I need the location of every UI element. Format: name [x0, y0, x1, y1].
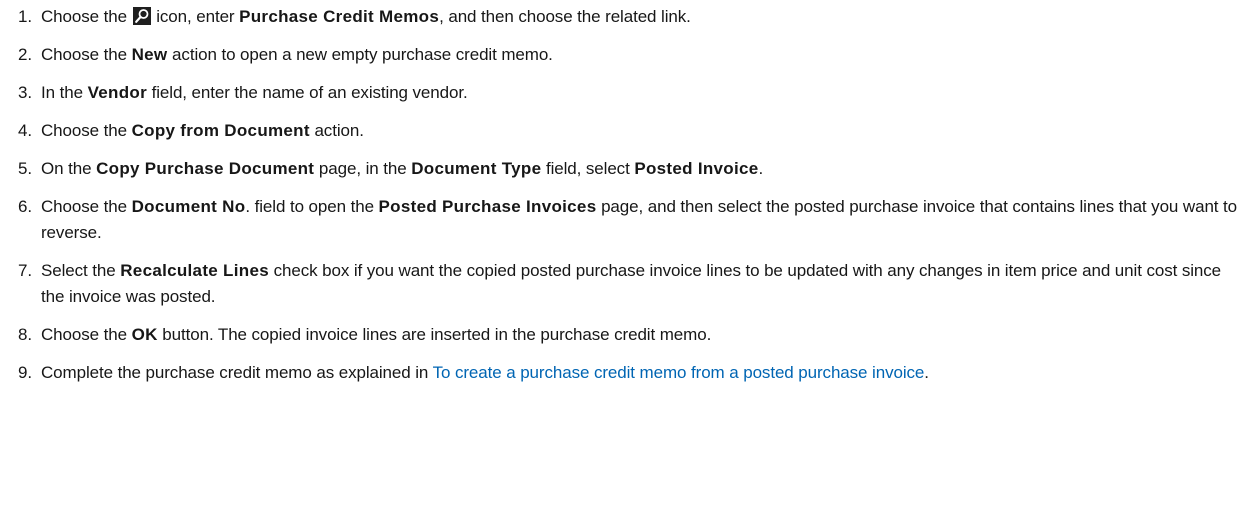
- ui-term: New: [131, 45, 168, 64]
- step-text: Choose the Copy from Document action.: [41, 121, 364, 140]
- steps-list: 1. Choose the icon, enter Purchase Credit…: [0, 4, 1239, 386]
- ui-term: Copy from Document: [131, 121, 310, 140]
- step-text-run: Choose the: [41, 325, 132, 344]
- step-item: 9. Complete the purchase credit memo as e…: [0, 360, 1239, 386]
- step-item: 1. Choose the icon, enter Purchase Credit…: [0, 4, 1239, 30]
- step-text: Complete the purchase credit memo as exp…: [41, 363, 929, 382]
- ui-term: Copy Purchase Document: [96, 159, 315, 178]
- step-number: 2.: [18, 45, 32, 64]
- step-number: 3.: [18, 83, 32, 102]
- step-number: 9.: [18, 363, 32, 382]
- step-item: 3. In the Vendor field, enter the name of…: [0, 80, 1239, 106]
- step-text-run: Choose the: [41, 121, 132, 140]
- step-item: 6. Choose the Document No. field to open …: [0, 194, 1239, 246]
- step-number: 7.: [18, 261, 32, 280]
- step-number: 5.: [18, 159, 32, 178]
- step-text-run: Choose the: [41, 7, 132, 26]
- step-text-run: Choose the: [41, 45, 132, 64]
- ui-term: Posted Invoice: [634, 159, 759, 178]
- step-text: In the Vendor field, enter the name of a…: [41, 83, 468, 102]
- step-text: Select the Recalculate Lines check box i…: [41, 261, 1221, 306]
- step-text-run: .: [758, 159, 764, 178]
- step-text-run: action to open a new empty purchase cred…: [167, 45, 553, 64]
- step-text: Choose the OK button. The copied invoice…: [41, 325, 711, 344]
- ui-term: Recalculate Lines: [120, 261, 269, 280]
- ui-term: OK: [131, 325, 158, 344]
- step-text-run: . field to open the: [245, 197, 379, 216]
- step-number: 4.: [18, 121, 32, 140]
- step-text-run: field, select: [541, 159, 635, 178]
- step-text-run: page, in the: [314, 159, 412, 178]
- document-body: 1. Choose the icon, enter Purchase Credit…: [0, 0, 1239, 515]
- ui-term: Posted Purchase Invoices: [378, 197, 597, 216]
- step-text-run: field, enter the name of an existing ven…: [147, 83, 468, 102]
- step-number: 8.: [18, 325, 32, 344]
- step-item: 2. Choose the New action to open a new em…: [0, 42, 1239, 68]
- ui-term: Purchase Credit Memos: [239, 7, 440, 26]
- step-text: Choose the Document No. field to open th…: [41, 197, 1237, 242]
- ui-term: Vendor: [87, 83, 147, 102]
- step-text-run: , and then choose the related link.: [439, 7, 691, 26]
- step-text-run: Choose the: [41, 197, 132, 216]
- step-text-run: button. The copied invoice lines are ins…: [157, 325, 712, 344]
- step-text-run: Complete the purchase credit memo as exp…: [41, 363, 433, 382]
- step-text-run: icon, enter: [151, 7, 240, 26]
- step-number: 1.: [18, 7, 32, 26]
- ui-term: Document Type: [411, 159, 542, 178]
- help-link[interactable]: To create a purchase credit memo from a …: [433, 363, 925, 382]
- ui-term: Document No: [131, 197, 246, 216]
- step-item: 5. On the Copy Purchase Document page, in…: [0, 156, 1239, 182]
- step-text: Choose the New action to open a new empt…: [41, 45, 553, 64]
- step-item: 8. Choose the OK button. The copied invoi…: [0, 322, 1239, 348]
- step-number: 6.: [18, 197, 32, 216]
- step-text: On the Copy Purchase Document page, in t…: [41, 159, 763, 178]
- step-text-run: In the: [41, 83, 88, 102]
- step-text-run: Select the: [41, 261, 121, 280]
- step-item: 4. Choose the Copy from Document action.: [0, 118, 1239, 144]
- step-text-run: action.: [309, 121, 364, 140]
- step-item: 7. Select the Recalculate Lines check box…: [0, 258, 1239, 310]
- step-text: Choose the icon, enter Purchase Credit M…: [41, 7, 691, 26]
- step-text-run: .: [924, 363, 929, 382]
- step-text-run: On the: [41, 159, 97, 178]
- search-icon: [132, 7, 151, 25]
